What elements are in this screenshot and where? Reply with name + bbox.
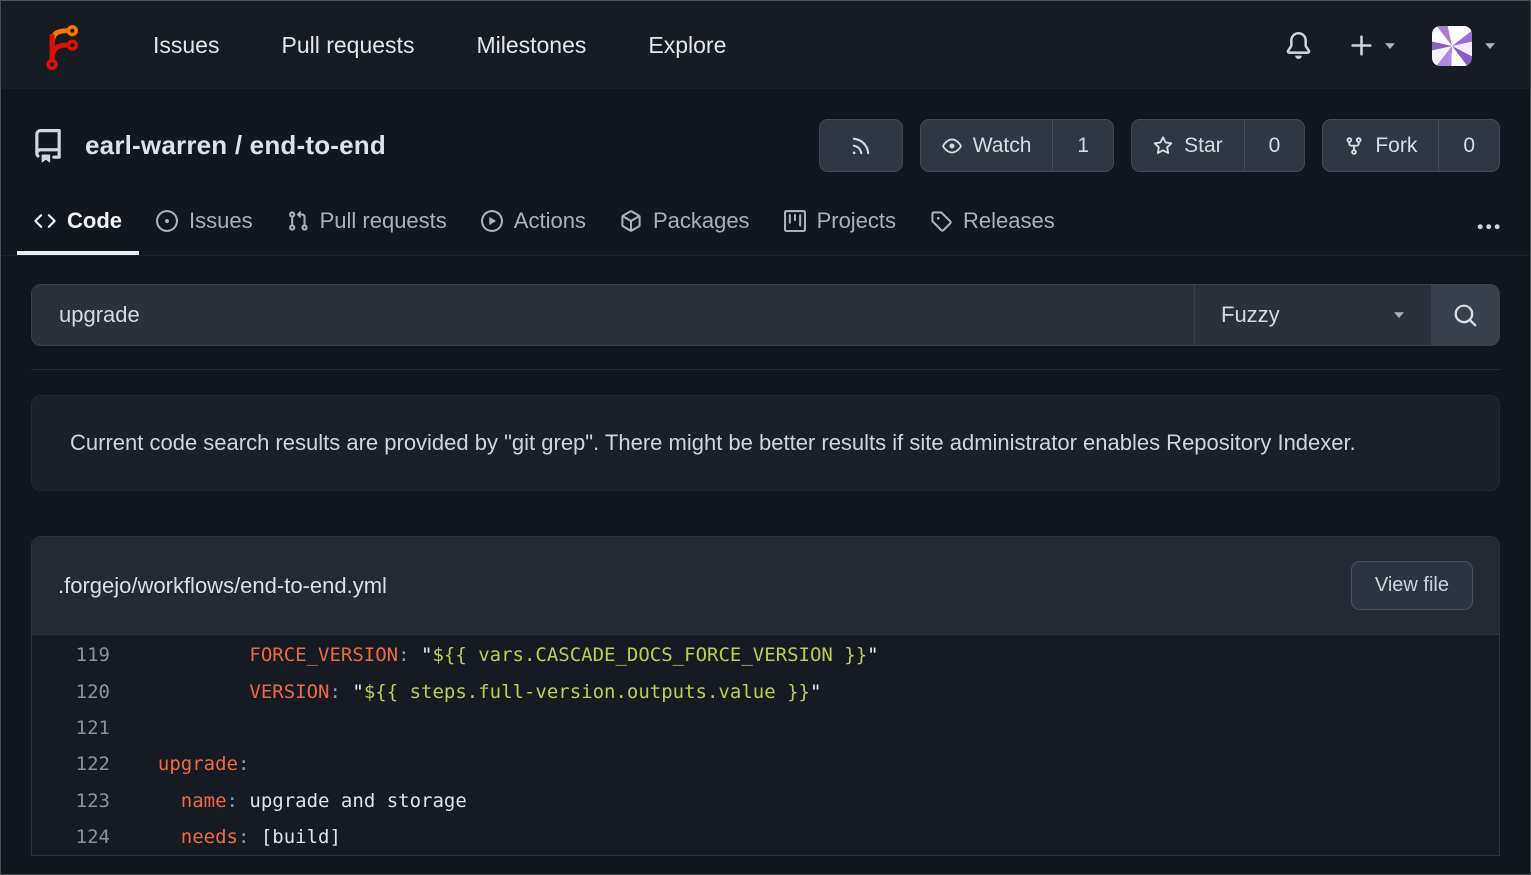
tab-label: Projects [817, 208, 896, 234]
line-content: name: upgrade and storage [135, 790, 467, 812]
top-navbar: Issues Pull requests Milestones Explore [1, 1, 1530, 91]
star-button[interactable]: Star [1132, 120, 1244, 171]
repo-owner-link[interactable]: earl-warren [85, 130, 227, 160]
line-number: 119 [32, 644, 110, 666]
tab-label: Pull requests [320, 208, 447, 234]
issue-opened-icon [156, 210, 178, 232]
watch-count[interactable]: 1 [1052, 120, 1113, 171]
search-icon [1453, 303, 1478, 328]
line-content: needs: [build] [135, 826, 341, 848]
repo-name-link[interactable]: end-to-end [250, 130, 386, 160]
file-header: .forgejo/workflows/end-to-end.yml View f… [32, 537, 1499, 635]
tab-label: Actions [514, 208, 586, 234]
star-button-group: Star 0 [1131, 119, 1305, 172]
repo-separator: / [227, 130, 249, 160]
tab-label: Issues [189, 208, 253, 234]
kebab-horizontal-icon [1477, 215, 1500, 238]
bell-icon [1285, 32, 1312, 59]
repo-title: earl-warren / end-to-end [31, 129, 386, 163]
code-line: 121 [32, 710, 1499, 746]
git-pull-request-icon [287, 210, 309, 232]
more-tabs-button[interactable] [1463, 201, 1514, 255]
star-icon [1153, 136, 1173, 156]
forgejo-logo-icon[interactable] [35, 15, 91, 77]
star-label: Star [1184, 134, 1223, 158]
code-line: 123 name: upgrade and storage [32, 783, 1499, 819]
rss-icon [850, 135, 872, 157]
repo-book-icon [31, 129, 65, 163]
project-icon [784, 210, 806, 232]
play-icon [481, 210, 503, 232]
code-icon [34, 210, 56, 232]
chevron-down-icon [1384, 42, 1396, 50]
code-snippet: 119 FORCE_VERSION: "${{ vars.CASCADE_DOC… [32, 635, 1499, 855]
tab-releases[interactable]: Releases [913, 194, 1072, 255]
watch-button[interactable]: Watch [921, 120, 1053, 171]
package-icon [620, 210, 642, 232]
search-input[interactable] [32, 285, 1194, 345]
code-line: 120 VERSION: "${{ steps.full-version.out… [32, 673, 1499, 709]
fork-button-group: Fork 0 [1322, 119, 1500, 172]
code-line: 119 FORCE_VERSION: "${{ vars.CASCADE_DOC… [32, 637, 1499, 673]
rss-feed-button[interactable] [819, 119, 903, 172]
search-result-card: .forgejo/workflows/end-to-end.yml View f… [31, 536, 1500, 856]
topnav-item-pull-requests[interactable]: Pull requests [281, 32, 414, 59]
view-file-button[interactable]: View file [1351, 561, 1473, 610]
repo-breadcrumb: earl-warren / end-to-end [85, 130, 386, 161]
file-path-link[interactable]: .forgejo/workflows/end-to-end.yml [58, 573, 387, 599]
tab-code[interactable]: Code [17, 194, 139, 255]
tab-projects[interactable]: Projects [767, 194, 913, 255]
repo-actions: Watch 1 Star 0 Fork 0 [819, 119, 1500, 172]
repo-header: earl-warren / end-to-end Watch 1 Star 0 … [1, 91, 1530, 192]
avatar [1432, 26, 1472, 66]
topnav-item-issues[interactable]: Issues [153, 32, 219, 59]
fork-button[interactable]: Fork [1323, 120, 1438, 171]
code-line: 124 needs: [build] [32, 819, 1499, 855]
notifications-button[interactable] [1285, 32, 1312, 59]
code-line: 122 upgrade: [32, 746, 1499, 782]
git-fork-icon [1344, 136, 1364, 156]
tab-packages[interactable]: Packages [603, 194, 767, 255]
tab-label: Packages [653, 208, 750, 234]
chevron-down-icon [1393, 311, 1405, 319]
search-notice-text: Current code search results are provided… [70, 430, 1356, 455]
repo-tabs: Code Issues Pull requests Actions Packages Pr… [1, 194, 1530, 256]
search-mode-value: Fuzzy [1221, 302, 1280, 328]
search-button[interactable] [1431, 285, 1499, 345]
line-content: FORCE_VERSION: "${{ vars.CASCADE_DOCS_FO… [135, 644, 879, 666]
tab-pull-requests[interactable]: Pull requests [270, 194, 464, 255]
fork-label: Fork [1375, 134, 1417, 158]
line-number: 124 [32, 826, 110, 848]
star-count[interactable]: 0 [1244, 120, 1305, 171]
watch-label: Watch [973, 134, 1032, 158]
watch-button-group: Watch 1 [920, 119, 1114, 172]
plus-icon [1348, 32, 1375, 59]
fork-count[interactable]: 0 [1438, 120, 1499, 171]
topnav-items: Issues Pull requests Milestones Explore [153, 32, 726, 59]
chevron-down-icon [1484, 42, 1496, 50]
line-number: 120 [32, 681, 110, 703]
tab-issues[interactable]: Issues [139, 194, 270, 255]
line-number: 121 [32, 717, 110, 739]
line-number: 123 [32, 790, 110, 812]
code-search-bar: Fuzzy [31, 284, 1500, 346]
topnav-item-milestones[interactable]: Milestones [476, 32, 586, 59]
create-new-button[interactable] [1348, 32, 1396, 59]
search-notice: Current code search results are provided… [31, 395, 1500, 491]
tab-label: Releases [963, 208, 1055, 234]
eye-icon [942, 136, 962, 156]
tag-icon [930, 210, 952, 232]
line-content: upgrade: [135, 753, 249, 775]
user-menu-button[interactable] [1432, 26, 1496, 66]
topnav-right [1285, 26, 1496, 66]
line-number: 122 [32, 753, 110, 775]
line-content: VERSION: "${{ steps.full-version.outputs… [135, 681, 821, 703]
topnav-item-explore[interactable]: Explore [648, 32, 726, 59]
search-mode-select[interactable]: Fuzzy [1194, 285, 1431, 345]
tab-label: Code [67, 208, 122, 234]
divider [31, 369, 1500, 370]
tab-actions[interactable]: Actions [464, 194, 603, 255]
